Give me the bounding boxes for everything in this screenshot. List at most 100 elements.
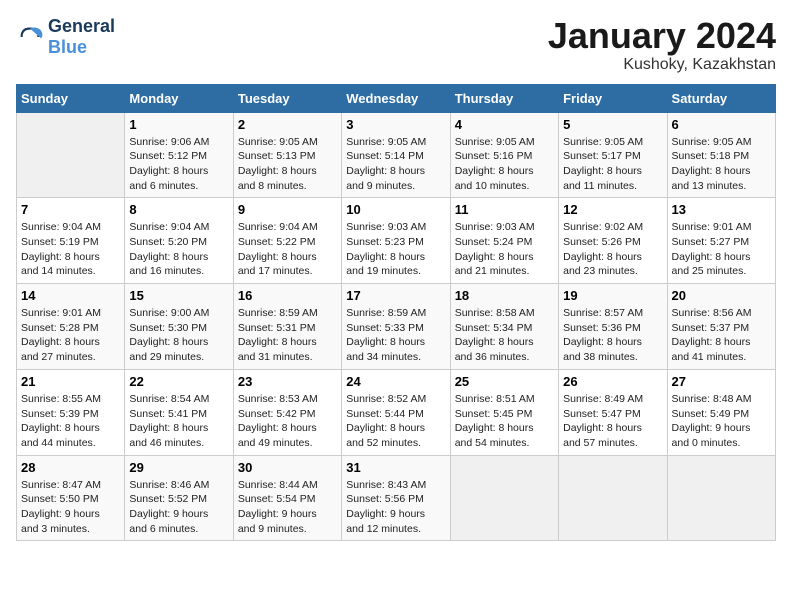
- day-info: Sunrise: 9:05 AMSunset: 5:14 PMDaylight:…: [346, 135, 445, 194]
- day-number: 18: [455, 288, 554, 303]
- day-number: 31: [346, 460, 445, 475]
- day-info: Sunrise: 8:49 AMSunset: 5:47 PMDaylight:…: [563, 392, 662, 451]
- day-info: Sunrise: 8:59 AMSunset: 5:33 PMDaylight:…: [346, 306, 445, 365]
- day-info: Sunrise: 9:00 AMSunset: 5:30 PMDaylight:…: [129, 306, 228, 365]
- day-info: Sunrise: 9:05 AMSunset: 5:17 PMDaylight:…: [563, 135, 662, 194]
- day-info: Sunrise: 9:03 AMSunset: 5:23 PMDaylight:…: [346, 220, 445, 279]
- week-row-5: 28 Sunrise: 8:47 AMSunset: 5:50 PMDayligh…: [17, 455, 776, 541]
- day-cell: 12Sunrise: 9:02 AMSunset: 5:26 PMDayligh…: [559, 198, 667, 284]
- day-cell: [559, 455, 667, 541]
- day-cell: 6 Sunrise: 9:05 AMSunset: 5:18 PMDaylight…: [667, 112, 775, 198]
- day-cell: [17, 112, 125, 198]
- day-cell: 2Sunrise: 9:05 AMSunset: 5:13 PMDaylight…: [233, 112, 341, 198]
- week-row-2: 7 Sunrise: 9:04 AMSunset: 5:19 PMDaylight…: [17, 198, 776, 284]
- day-number: 24: [346, 374, 445, 389]
- header-cell-thursday: Thursday: [450, 84, 558, 112]
- logo: General Blue: [16, 16, 115, 58]
- day-cell: 22 Sunrise: 8:54 AMSunset: 5:41 PMDayligh…: [125, 369, 233, 455]
- header-cell-friday: Friday: [559, 84, 667, 112]
- day-cell: 5Sunrise: 9:05 AMSunset: 5:17 PMDaylight…: [559, 112, 667, 198]
- day-number: 10: [346, 202, 445, 217]
- day-cell: 3Sunrise: 9:05 AMSunset: 5:14 PMDaylight…: [342, 112, 450, 198]
- day-cell: [667, 455, 775, 541]
- day-cell: 28 Sunrise: 8:47 AMSunset: 5:50 PMDayligh…: [17, 455, 125, 541]
- day-number: 25: [455, 374, 554, 389]
- day-cell: 30 Sunrise: 8:44 AMSunset: 5:54 PMDayligh…: [233, 455, 341, 541]
- title-block: January 2024 Kushoky, Kazakhstan: [548, 16, 776, 74]
- day-cell: 29 Sunrise: 8:46 AMSunset: 5:52 PMDayligh…: [125, 455, 233, 541]
- day-cell: 21Sunrise: 8:55 AMSunset: 5:39 PMDayligh…: [17, 369, 125, 455]
- week-row-4: 21Sunrise: 8:55 AMSunset: 5:39 PMDayligh…: [17, 369, 776, 455]
- day-info: Sunrise: 9:05 AMSunset: 5:13 PMDaylight:…: [238, 135, 337, 194]
- day-info: Sunrise: 8:51 AMSunset: 5:45 PMDaylight:…: [455, 392, 554, 451]
- day-info: Sunrise: 8:56 AMSunset: 5:37 PMDaylight:…: [672, 306, 771, 365]
- day-info: Sunrise: 9:03 AMSunset: 5:24 PMDaylight:…: [455, 220, 554, 279]
- day-number: 27: [672, 374, 771, 389]
- day-cell: 8Sunrise: 9:04 AMSunset: 5:20 PMDaylight…: [125, 198, 233, 284]
- day-number: 9: [238, 202, 337, 217]
- day-cell: 15 Sunrise: 9:00 AMSunset: 5:30 PMDayligh…: [125, 284, 233, 370]
- day-info: Sunrise: 9:05 AMSunset: 5:18 PMDaylight:…: [672, 135, 771, 194]
- header-cell-wednesday: Wednesday: [342, 84, 450, 112]
- day-cell: [450, 455, 558, 541]
- logo-icon: [16, 23, 44, 51]
- day-number: 14: [21, 288, 120, 303]
- day-info: Sunrise: 8:53 AMSunset: 5:42 PMDaylight:…: [238, 392, 337, 451]
- day-info: Sunrise: 9:02 AMSunset: 5:26 PMDaylight:…: [563, 220, 662, 279]
- day-cell: 16 Sunrise: 8:59 AMSunset: 5:31 PMDayligh…: [233, 284, 341, 370]
- header-cell-sunday: Sunday: [17, 84, 125, 112]
- day-cell: 19 Sunrise: 8:57 AMSunset: 5:36 PMDayligh…: [559, 284, 667, 370]
- day-number: 7: [21, 202, 120, 217]
- day-number: 29: [129, 460, 228, 475]
- day-info: Sunrise: 8:47 AMSunset: 5:50 PMDaylight:…: [21, 478, 120, 537]
- day-info: Sunrise: 8:54 AMSunset: 5:41 PMDaylight:…: [129, 392, 228, 451]
- day-info: Sunrise: 9:06 AMSunset: 5:12 PMDaylight:…: [129, 135, 228, 194]
- day-number: 17: [346, 288, 445, 303]
- day-number: 30: [238, 460, 337, 475]
- calendar-table: SundayMondayTuesdayWednesdayThursdayFrid…: [16, 84, 776, 542]
- day-number: 11: [455, 202, 554, 217]
- day-number: 16: [238, 288, 337, 303]
- day-info: Sunrise: 8:44 AMSunset: 5:54 PMDaylight:…: [238, 478, 337, 537]
- day-number: 19: [563, 288, 662, 303]
- day-cell: 20 Sunrise: 8:56 AMSunset: 5:37 PMDayligh…: [667, 284, 775, 370]
- day-number: 15: [129, 288, 228, 303]
- day-cell: 11 Sunrise: 9:03 AMSunset: 5:24 PMDayligh…: [450, 198, 558, 284]
- week-row-1: 1Sunrise: 9:06 AMSunset: 5:12 PMDaylight…: [17, 112, 776, 198]
- header-cell-monday: Monday: [125, 84, 233, 112]
- page-header: General Blue January 2024 Kushoky, Kazak…: [16, 16, 776, 74]
- day-number: 23: [238, 374, 337, 389]
- subtitle: Kushoky, Kazakhstan: [548, 56, 776, 74]
- day-info: Sunrise: 9:01 AMSunset: 5:27 PMDaylight:…: [672, 220, 771, 279]
- day-info: Sunrise: 9:04 AMSunset: 5:22 PMDaylight:…: [238, 220, 337, 279]
- main-title: January 2024: [548, 16, 776, 56]
- day-info: Sunrise: 8:57 AMSunset: 5:36 PMDaylight:…: [563, 306, 662, 365]
- day-info: Sunrise: 8:55 AMSunset: 5:39 PMDaylight:…: [21, 392, 120, 451]
- day-cell: 1Sunrise: 9:06 AMSunset: 5:12 PMDaylight…: [125, 112, 233, 198]
- day-info: Sunrise: 8:58 AMSunset: 5:34 PMDaylight:…: [455, 306, 554, 365]
- day-cell: 31 Sunrise: 8:43 AMSunset: 5:56 PMDayligh…: [342, 455, 450, 541]
- day-cell: 17 Sunrise: 8:59 AMSunset: 5:33 PMDayligh…: [342, 284, 450, 370]
- week-row-3: 14Sunrise: 9:01 AMSunset: 5:28 PMDayligh…: [17, 284, 776, 370]
- day-cell: 7 Sunrise: 9:04 AMSunset: 5:19 PMDaylight…: [17, 198, 125, 284]
- logo-text: General Blue: [48, 16, 115, 58]
- day-number: 20: [672, 288, 771, 303]
- header-cell-tuesday: Tuesday: [233, 84, 341, 112]
- calendar-header-row: SundayMondayTuesdayWednesdayThursdayFrid…: [17, 84, 776, 112]
- day-number: 22: [129, 374, 228, 389]
- day-cell: 24Sunrise: 8:52 AMSunset: 5:44 PMDayligh…: [342, 369, 450, 455]
- header-cell-saturday: Saturday: [667, 84, 775, 112]
- day-info: Sunrise: 9:05 AMSunset: 5:16 PMDaylight:…: [455, 135, 554, 194]
- day-cell: 18 Sunrise: 8:58 AMSunset: 5:34 PMDayligh…: [450, 284, 558, 370]
- day-cell: 4Sunrise: 9:05 AMSunset: 5:16 PMDaylight…: [450, 112, 558, 198]
- day-number: 6: [672, 117, 771, 132]
- day-info: Sunrise: 8:59 AMSunset: 5:31 PMDaylight:…: [238, 306, 337, 365]
- day-info: Sunrise: 9:04 AMSunset: 5:19 PMDaylight:…: [21, 220, 120, 279]
- day-number: 28: [21, 460, 120, 475]
- day-cell: 13Sunrise: 9:01 AMSunset: 5:27 PMDayligh…: [667, 198, 775, 284]
- day-info: Sunrise: 8:43 AMSunset: 5:56 PMDaylight:…: [346, 478, 445, 537]
- day-info: Sunrise: 8:46 AMSunset: 5:52 PMDaylight:…: [129, 478, 228, 537]
- day-number: 26: [563, 374, 662, 389]
- day-info: Sunrise: 8:48 AMSunset: 5:49 PMDaylight:…: [672, 392, 771, 451]
- day-info: Sunrise: 9:04 AMSunset: 5:20 PMDaylight:…: [129, 220, 228, 279]
